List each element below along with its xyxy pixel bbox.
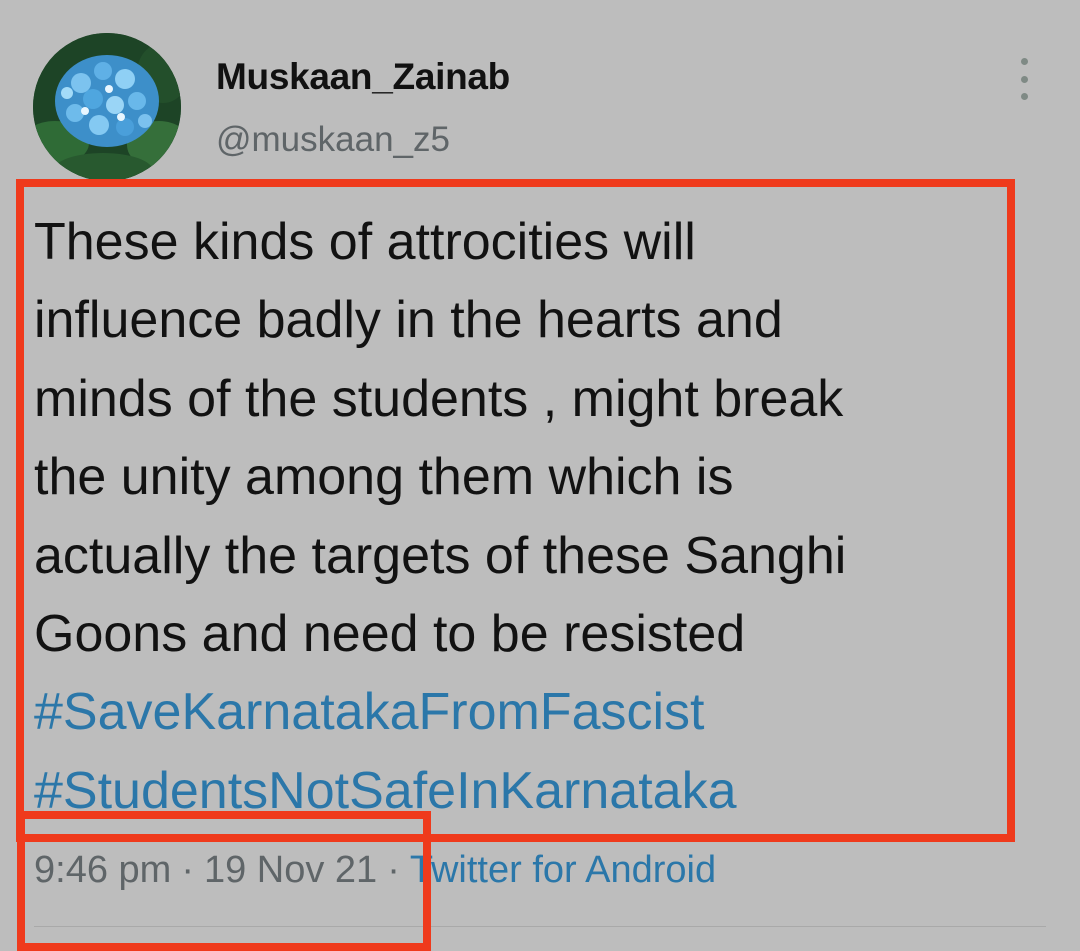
tweet-body: These kinds of attrocities will influenc… [34, 203, 994, 830]
more-options-dot [1020, 75, 1028, 83]
hashtag-link[interactable]: #SaveKarnatakaFromFascist [34, 673, 994, 751]
tweet-author-handle[interactable]: @muskaan_z5 [216, 120, 450, 160]
tweet-text-line: These kinds of attrocities will [34, 213, 696, 271]
more-options-dot [1020, 58, 1028, 65]
tweet-time[interactable]: 9:46 pm [34, 849, 171, 891]
meta-separator: · [387, 849, 400, 891]
tweet-text-line: actually the targets of these Sanghi [34, 526, 847, 585]
more-options-dot [1020, 93, 1028, 100]
meta-separator: · [181, 849, 194, 891]
tweet-text-line: the unity among them which is [34, 448, 734, 507]
hashtag-link[interactable]: #StudentsNotSafeInKarnataka [34, 752, 994, 830]
tweet-text-line: Goons and need to be resisted [34, 605, 746, 664]
tweet-author-avatar[interactable] [33, 33, 181, 181]
tweet-text-line: influence badly in the hearts and [34, 291, 783, 350]
hydrangea-flower-avatar [33, 33, 181, 181]
tweet-meta: 9:46 pm · 19 Nov 21 · Twitter for Android [34, 849, 716, 892]
tweet-date[interactable]: 19 Nov 21 [204, 849, 377, 891]
divider [34, 926, 1046, 927]
more-options-icon[interactable] [1008, 58, 1040, 100]
tweet-author-name[interactable]: Muskaan_Zainab [216, 56, 510, 98]
tweet-source-link[interactable]: Twitter for Android [410, 849, 716, 891]
tweet-text-line: minds of the students , might break [34, 369, 844, 428]
